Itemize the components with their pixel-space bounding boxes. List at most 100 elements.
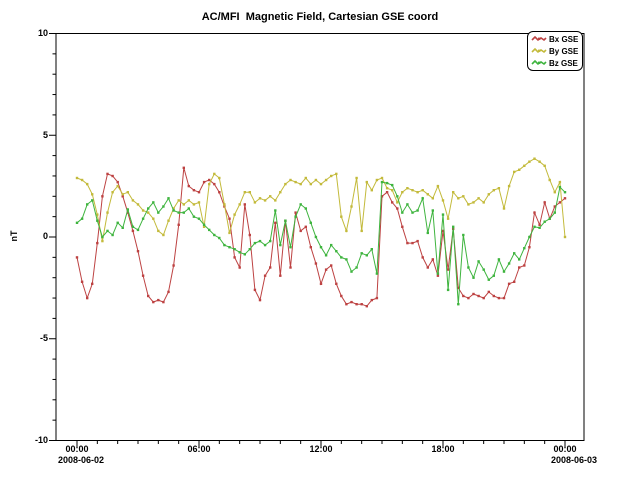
data-point-marker — [274, 199, 276, 201]
data-point-marker — [477, 197, 479, 199]
data-point-marker — [503, 270, 505, 272]
data-point-marker — [467, 266, 469, 268]
data-point-marker — [432, 197, 434, 199]
data-point-marker — [208, 179, 210, 181]
data-point-marker — [218, 177, 220, 179]
data-point-marker — [259, 299, 261, 301]
data-point-marker — [310, 183, 312, 185]
data-point-marker — [335, 250, 337, 252]
data-point-marker — [457, 303, 459, 305]
data-point-marker — [249, 191, 251, 193]
data-point-marker — [538, 161, 540, 163]
data-point-marker — [477, 260, 479, 262]
data-point-marker — [127, 191, 129, 193]
legend-label-bx: Bx GSE — [549, 35, 578, 44]
data-point-marker — [193, 216, 195, 218]
data-point-marker — [264, 244, 266, 246]
data-point-marker — [284, 220, 286, 222]
data-point-marker — [76, 256, 78, 258]
data-point-marker — [366, 305, 368, 307]
data-point-marker — [132, 199, 134, 201]
plot-window: AC/MFI Magnetic Field, Cartesian GSE coo… — [0, 0, 640, 480]
x-tick-label: 06:00 — [177, 444, 221, 454]
data-point-marker — [122, 193, 124, 195]
by-line-sample-icon — [531, 47, 547, 55]
data-point-marker — [142, 209, 144, 211]
data-point-marker — [101, 236, 103, 238]
data-point-marker — [355, 266, 357, 268]
data-point-marker — [213, 183, 215, 185]
data-point-marker — [239, 203, 241, 205]
data-point-marker — [274, 222, 276, 224]
data-point-marker — [518, 169, 520, 171]
data-point-marker — [294, 216, 296, 218]
data-point-marker — [401, 211, 403, 213]
data-point-marker — [213, 173, 215, 175]
data-point-marker — [559, 186, 561, 188]
data-point-marker — [462, 234, 464, 236]
data-point-marker — [228, 246, 230, 248]
data-point-marker — [508, 283, 510, 285]
data-point-marker — [391, 184, 393, 186]
data-point-marker — [300, 203, 302, 205]
data-point-marker — [422, 256, 424, 258]
end-date-label: 2008-06-03 — [551, 455, 597, 465]
data-point-marker — [345, 230, 347, 232]
data-point-marker — [508, 185, 510, 187]
data-point-marker — [198, 191, 200, 193]
data-point-marker — [152, 218, 154, 220]
data-point-marker — [503, 297, 505, 299]
bx-line-sample-icon — [531, 35, 547, 43]
data-point-marker — [152, 301, 154, 303]
data-point-marker — [244, 253, 246, 255]
data-point-marker — [279, 244, 281, 246]
data-point-marker — [564, 197, 566, 199]
data-point-marker — [183, 211, 185, 213]
data-point-marker — [355, 177, 357, 179]
data-point-marker — [549, 218, 551, 220]
data-point-marker — [416, 209, 418, 211]
data-point-marker — [376, 179, 378, 181]
data-point-marker — [188, 199, 190, 201]
data-point-marker — [325, 254, 327, 256]
data-point-marker — [528, 161, 530, 163]
data-point-marker — [81, 218, 83, 220]
data-point-marker — [330, 175, 332, 177]
data-point-marker — [137, 229, 139, 231]
data-point-marker — [274, 209, 276, 211]
data-point-marker — [472, 293, 474, 295]
data-point-marker — [518, 266, 520, 268]
data-point-marker — [254, 289, 256, 291]
data-point-marker — [111, 175, 113, 177]
data-point-marker — [483, 268, 485, 270]
data-point-marker — [117, 181, 119, 183]
data-point-marker — [86, 203, 88, 205]
data-point-marker — [498, 297, 500, 299]
data-point-marker — [264, 199, 266, 201]
data-point-marker — [335, 283, 337, 285]
data-point-marker — [386, 182, 388, 184]
series-bx-gse — [76, 167, 566, 308]
data-point-marker — [203, 181, 205, 183]
data-point-marker — [320, 246, 322, 248]
data-point-marker — [111, 234, 113, 236]
data-point-marker — [315, 262, 317, 264]
data-point-marker — [305, 207, 307, 209]
data-point-marker — [437, 275, 439, 277]
x-tick-label: 12:00 — [299, 444, 343, 454]
data-point-marker — [462, 195, 464, 197]
data-point-marker — [452, 226, 454, 228]
data-point-marker — [117, 185, 119, 187]
data-point-marker — [76, 222, 78, 224]
data-point-marker — [208, 183, 210, 185]
legend-entry-bz: Bz GSE — [531, 57, 582, 69]
data-point-marker — [289, 266, 291, 268]
data-point-marker — [564, 191, 566, 193]
data-point-marker — [406, 242, 408, 244]
data-point-marker — [218, 191, 220, 193]
data-point-marker — [564, 236, 566, 238]
data-point-marker — [264, 275, 266, 277]
data-point-marker — [523, 247, 525, 249]
legend-label-by: By GSE — [549, 47, 578, 56]
plot-frame — [56, 34, 584, 441]
